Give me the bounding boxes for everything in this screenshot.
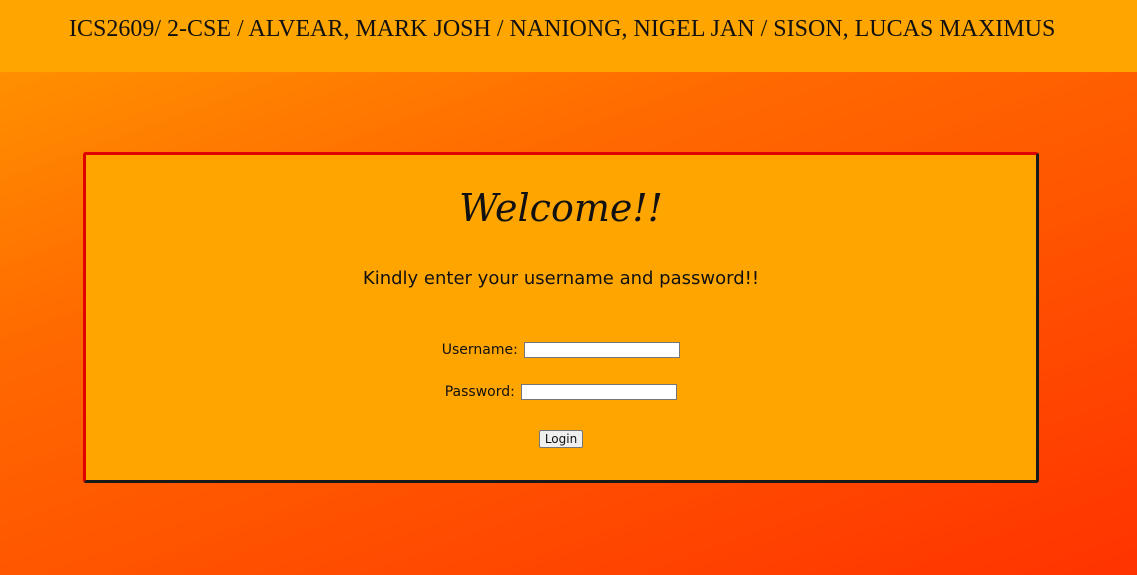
instruction-text: Kindly enter your username and password!… xyxy=(362,268,760,289)
page-title: ICS2609/ 2-CSE / ALVEAR, MARK JOSH / NAN… xyxy=(69,16,1056,42)
username-label: Username: xyxy=(441,342,518,358)
username-row: Username: xyxy=(86,340,1036,360)
welcome-heading: Welcome!! xyxy=(459,186,663,230)
password-row: Password: xyxy=(86,382,1036,402)
login-card: Welcome!! Kindly enter your username and… xyxy=(83,152,1039,483)
button-row: Login xyxy=(86,428,1036,448)
login-button[interactable]: Login xyxy=(538,430,584,448)
header-bar: ICS2609/ 2-CSE / ALVEAR, MARK JOSH / NAN… xyxy=(0,0,1137,72)
password-input[interactable] xyxy=(521,384,678,400)
password-label: Password: xyxy=(444,384,515,400)
username-input[interactable] xyxy=(524,342,681,358)
